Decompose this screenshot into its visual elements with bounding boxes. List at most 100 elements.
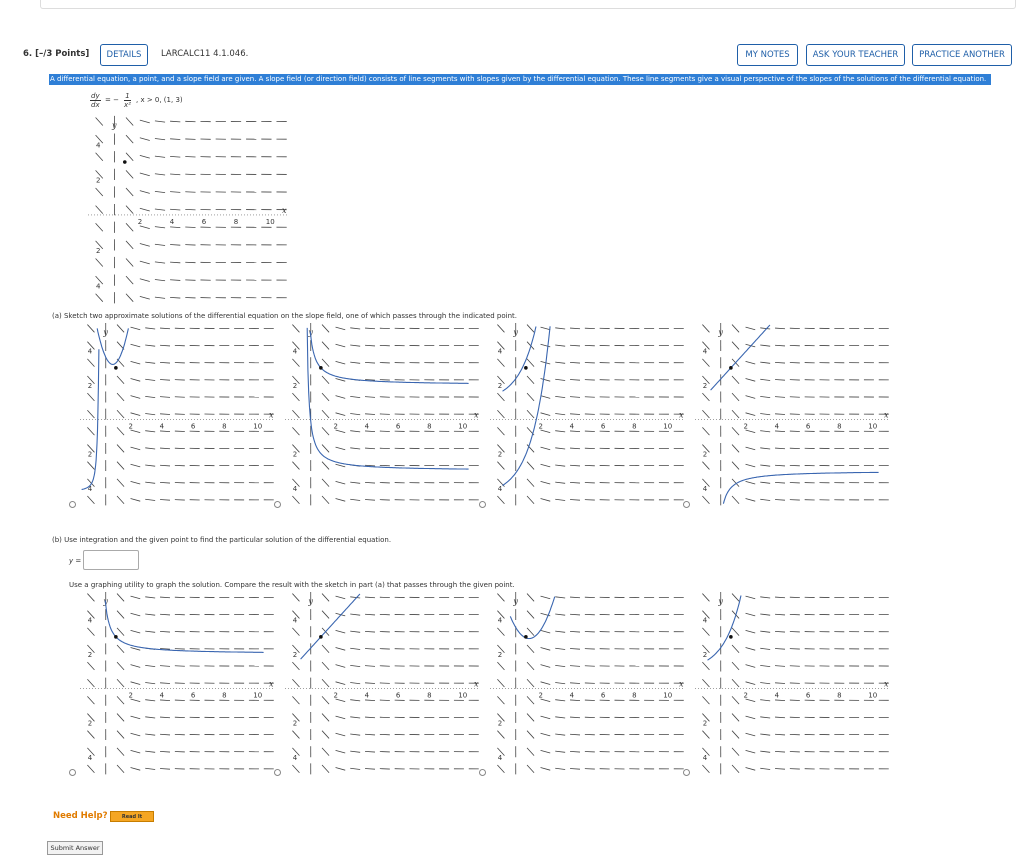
slope-segment <box>365 344 376 347</box>
x-tick-label: 4 <box>775 422 780 430</box>
x-axis-label: x <box>269 679 274 688</box>
part-b-option-1-graph[interactable]: xy2 4 6 8 104224 <box>80 591 275 775</box>
slope-segment <box>365 648 376 650</box>
slope-segment <box>745 326 756 331</box>
y-tick-label: 2 <box>96 247 100 255</box>
slope-segment <box>321 730 330 739</box>
y-axis-label: y <box>102 328 108 337</box>
slope-segment <box>497 461 505 470</box>
part-a-option-1-graph[interactable]: x y 2 4 6 8 10 4 2 2 4 <box>80 322 275 506</box>
y-tick-label: 4 <box>293 754 298 762</box>
part-a-radio-1[interactable] <box>69 501 76 508</box>
part-a-radio-3[interactable] <box>479 501 486 508</box>
slope-segment <box>365 481 376 484</box>
x-tick-label: 10 <box>868 691 877 699</box>
slope-segment <box>731 324 740 333</box>
slope-segment <box>116 375 125 385</box>
part-b-radio-4[interactable] <box>683 769 690 776</box>
slope-segment <box>731 392 740 402</box>
slope-segment <box>125 187 134 197</box>
slope-segment <box>321 358 330 367</box>
part-b-option-4-graph[interactable]: x y 2 4 6 8 10 4 2 2 4 <box>695 591 890 775</box>
y-tick-label: 2 <box>293 720 297 728</box>
slope-segment <box>87 409 95 419</box>
slope-segment <box>365 613 376 616</box>
y-tick-label: 4 <box>293 348 298 356</box>
particular-solution-input[interactable] <box>83 550 139 570</box>
slope-segment <box>170 173 181 176</box>
slope-segment <box>365 716 376 719</box>
question-number: 6. [–/3 Points] <box>23 49 89 59</box>
slope-segment <box>702 730 710 739</box>
slope-segment <box>335 360 346 365</box>
slope-segment <box>570 613 581 616</box>
slope-segment <box>95 222 104 232</box>
slope-segment <box>160 716 171 719</box>
slope-segment <box>160 447 171 450</box>
read-it-button[interactable]: Read It <box>110 811 154 822</box>
slope-segment <box>570 596 581 599</box>
slope-segment <box>130 395 141 399</box>
solution-curve <box>502 326 537 392</box>
slope-segment <box>145 498 156 501</box>
slope-segment <box>745 698 756 703</box>
x-tick-label: 2 <box>538 691 542 699</box>
slope-segment <box>154 261 166 264</box>
part-a-option-4-graph[interactable]: x y 2 4 6 8 10 4 2 2 4 <box>695 322 890 506</box>
y-tick-label: 2 <box>498 451 502 459</box>
y-tick-label: 2 <box>88 451 92 459</box>
part-b-radio-2[interactable] <box>274 769 281 776</box>
y-axis-label: y <box>307 597 313 606</box>
slope-segment <box>555 682 566 685</box>
slope-segment <box>570 648 581 650</box>
slope-segment <box>760 647 771 650</box>
part-a-radio-2[interactable] <box>274 501 281 508</box>
slope-segment <box>160 344 171 347</box>
dx-text: dx <box>91 101 100 109</box>
slope-segment <box>745 378 756 382</box>
part-b-option-3-graph[interactable]: x y 2 4 6 8 10 4 2 2 4 <box>490 591 685 775</box>
part-a-option-2-graph[interactable]: xy2 4 6 8 104224 <box>285 322 480 506</box>
slope-segment <box>526 764 535 774</box>
y-tick-label: 2 <box>96 177 100 185</box>
slope-segment <box>570 344 581 347</box>
slope-segment <box>540 767 551 771</box>
slope-segment <box>130 498 141 502</box>
slope-segment <box>350 682 361 685</box>
slope-segment <box>365 596 376 599</box>
given-point <box>114 366 118 370</box>
slope-segment <box>775 733 786 736</box>
slope-segment <box>702 678 710 688</box>
slope-segment <box>775 648 786 650</box>
ask-your-teacher-button[interactable]: ASK YOUR TEACHER <box>806 44 905 66</box>
rhs-denominator: x² <box>124 101 131 109</box>
slope-segment <box>95 258 104 267</box>
slope-segment <box>497 324 505 333</box>
part-a-option-3-graph[interactable]: x y 2 4 6 8 10 4 2 2 4 <box>490 322 685 506</box>
my-notes-button[interactable]: MY NOTES <box>737 44 798 66</box>
y-tick-label: 4 <box>96 141 101 149</box>
part-b-radio-3[interactable] <box>479 769 486 776</box>
details-button[interactable]: DETAILS <box>100 44 148 66</box>
y-tick-label: 2 <box>703 720 707 728</box>
slope-segment <box>540 698 551 703</box>
y-tick-label: 4 <box>703 617 708 625</box>
submit-answer-button[interactable]: Submit Answer <box>47 841 103 855</box>
practice-another-button[interactable]: PRACTICE ANOTHER <box>912 44 1012 66</box>
slope-segment <box>731 461 740 470</box>
slope-segment <box>526 461 535 470</box>
differential-equation: dy dx = − 1 x² , x > 0, (1, 3) <box>90 92 230 114</box>
part-a-radio-4[interactable] <box>683 501 690 508</box>
slope-segment <box>570 396 581 398</box>
part-b-radio-1[interactable] <box>69 769 76 776</box>
slope-segment <box>570 716 581 719</box>
part-b-option-2-graph[interactable]: x y 2 4 6 8 10 4 2 2 4 <box>285 591 480 775</box>
slope-segment <box>116 392 125 402</box>
slope-segment <box>321 427 330 436</box>
slope-segment <box>731 713 740 722</box>
slope-segment <box>145 395 156 399</box>
x-tick-label: 8 <box>427 422 431 430</box>
x-tick-label: 6 <box>191 422 196 430</box>
slope-segment <box>95 117 104 126</box>
x-tick-label: 8 <box>632 422 636 430</box>
